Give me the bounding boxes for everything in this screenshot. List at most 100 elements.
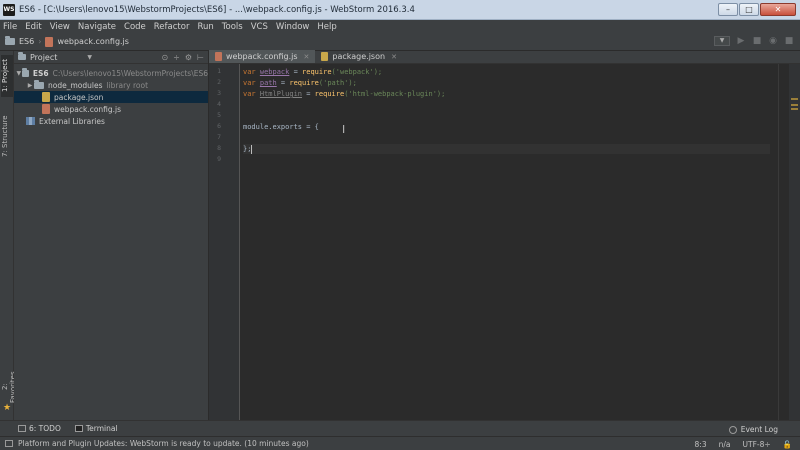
- breadcrumb-project[interactable]: ES6: [5, 36, 35, 46]
- collapse-all-icon[interactable]: ÷: [173, 53, 180, 62]
- code-variable: webpack: [259, 68, 290, 76]
- webpack-config-label: webpack.config.js: [54, 104, 122, 114]
- minimize-button[interactable]: –: [718, 3, 738, 16]
- status-right: 8:3 n/a UTF-8÷ 🔓: [695, 440, 792, 449]
- project-tool-tab[interactable]: 1: Project: [1, 55, 13, 97]
- close-button[interactable]: ✕: [760, 3, 796, 16]
- webstorm-app-icon: WS: [3, 3, 15, 16]
- notification-icon[interactable]: [5, 440, 13, 447]
- json-file-icon: [321, 52, 329, 61]
- code-editor[interactable]: var webpack = require('webpack'); var pa…: [243, 64, 770, 420]
- caret-position[interactable]: 8:3: [695, 440, 707, 449]
- code-line-2: var path = require('path');: [243, 78, 357, 88]
- external-libraries-label: External Libraries: [39, 116, 105, 126]
- favorites-star-icon: ★: [3, 403, 12, 413]
- todo-button[interactable]: 6: TODO: [18, 424, 61, 433]
- project-view-icon: [18, 52, 26, 60]
- project-panel: Project ▼ ⊙ ÷ ⚙ ⊢ ▼ ES6 C:\Users\lenovo1…: [14, 51, 209, 420]
- event-log-button[interactable]: Event Log: [728, 425, 778, 434]
- js-file-icon: [45, 36, 54, 47]
- scroll-from-source-icon[interactable]: ⊙: [161, 53, 168, 62]
- code-keyword: var: [243, 90, 260, 98]
- terminal-button[interactable]: Terminal: [74, 424, 118, 433]
- warning-marker[interactable]: [791, 108, 798, 110]
- hide-panel-icon[interactable]: ⊢: [197, 53, 204, 62]
- line-number: 3: [217, 89, 221, 97]
- menu-view[interactable]: View: [50, 22, 70, 32]
- menu-run[interactable]: Run: [197, 22, 213, 32]
- file-encoding[interactable]: UTF-8÷: [743, 440, 771, 449]
- tree-item-webpack-config[interactable]: webpack.config.js: [14, 103, 208, 115]
- error-stripe[interactable]: [789, 64, 800, 420]
- line-number: 1: [217, 67, 221, 75]
- menu-refactor[interactable]: Refactor: [154, 22, 190, 32]
- text-cursor: [251, 144, 253, 154]
- code-closing-brace: };: [243, 145, 252, 153]
- run-configuration-dropdown[interactable]: ▼: [714, 36, 730, 46]
- menu-code[interactable]: Code: [124, 22, 146, 32]
- line-number: 7: [217, 133, 221, 141]
- collapse-arrow-icon[interactable]: ▶: [26, 82, 34, 89]
- breadcrumb-project-label: ES6: [19, 37, 35, 46]
- line-number-gutter: 1 2 3 4 5 6 7 8 9: [209, 64, 240, 420]
- run-icon[interactable]: ▶: [736, 36, 746, 46]
- project-view-selector[interactable]: Project ▼: [18, 52, 92, 62]
- close-tab-icon[interactable]: ✕: [391, 53, 397, 61]
- tab-package-json[interactable]: package.json ✕: [315, 50, 403, 63]
- toolbar-right: ▼ ▶ ■ ◉ ■: [714, 36, 794, 46]
- tree-item-node-modules[interactable]: ▶ node_modules library root: [14, 79, 208, 91]
- stop-icon[interactable]: ■: [784, 36, 794, 46]
- status-message[interactable]: Platform and Plugin Updates: WebStorm is…: [18, 439, 309, 448]
- menu-file[interactable]: File: [3, 22, 17, 32]
- window-title: ES6 - [C:\Users\lenovo15\WebstormProject…: [19, 4, 415, 15]
- maximize-button[interactable]: □: [739, 3, 759, 16]
- coverage-icon[interactable]: ◉: [768, 36, 778, 46]
- window-controls: – □ ✕: [718, 3, 796, 16]
- json-file-icon: [42, 92, 50, 102]
- tree-item-package-json[interactable]: package.json: [14, 91, 208, 103]
- line-number: 9: [217, 155, 221, 163]
- breadcrumb-file[interactable]: webpack.config.js: [45, 36, 129, 47]
- project-tree: ▼ ES6 C:\Users\lenovo15\WebstormProjects…: [14, 64, 208, 127]
- tab-webpack-config[interactable]: webpack.config.js ✕: [209, 50, 316, 63]
- project-panel-tools: ⊙ ÷ ⚙ ⊢: [161, 53, 204, 62]
- line-separator[interactable]: n/a: [719, 440, 731, 449]
- tree-item-root[interactable]: ▼ ES6 C:\Users\lenovo15\WebstormProjects…: [14, 67, 208, 79]
- line-number: 4: [217, 100, 221, 108]
- code-line-3: var HtmlPlugin = require('html-webpack-p…: [243, 89, 445, 99]
- menu-help[interactable]: Help: [317, 22, 336, 32]
- project-view-label: Project: [30, 52, 58, 62]
- gear-icon[interactable]: ⚙: [185, 53, 192, 62]
- lock-icon[interactable]: 🔓: [783, 440, 792, 449]
- package-json-label: package.json: [54, 92, 104, 102]
- debug-icon[interactable]: ■: [752, 36, 762, 46]
- code-line-1: var webpack = require('webpack');: [243, 67, 382, 77]
- menu-window[interactable]: Window: [276, 22, 310, 32]
- favorites-tool-tab[interactable]: 2: Favorites: [1, 367, 17, 407]
- folder-icon: [34, 79, 44, 89]
- code-string: ('path');: [318, 79, 357, 87]
- code-operator: =: [276, 79, 290, 87]
- menu-bar: File Edit View Navigate Code Refactor Ru…: [0, 20, 800, 33]
- navigation-bar: ES6 › webpack.config.js ▼ ▶ ■ ◉ ■: [0, 33, 800, 51]
- warning-marker[interactable]: [791, 98, 798, 100]
- todo-label: 6: TODO: [29, 424, 61, 433]
- close-tab-icon[interactable]: ✕: [304, 53, 310, 61]
- code-operator: =: [302, 90, 315, 98]
- todo-icon: [18, 425, 26, 432]
- menu-navigate[interactable]: Navigate: [78, 22, 116, 32]
- tab-package-json-label: package.json: [332, 52, 386, 61]
- menu-edit[interactable]: Edit: [25, 22, 41, 32]
- code-variable: path: [259, 79, 277, 87]
- warning-marker[interactable]: [791, 104, 798, 106]
- tool-window-bar: 6: TODO Terminal Event Log: [0, 420, 800, 436]
- code-string: ('webpack');: [331, 68, 383, 76]
- right-margin-guide: [778, 64, 779, 420]
- structure-tool-tab[interactable]: 7: Structure: [1, 111, 13, 161]
- expand-arrow-icon[interactable]: ▼: [16, 70, 22, 77]
- line-number: 2: [217, 78, 221, 86]
- root-folder-name: ES6: [32, 68, 49, 78]
- tree-item-external-libraries[interactable]: External Libraries: [14, 115, 208, 127]
- menu-tools[interactable]: Tools: [222, 22, 243, 32]
- menu-vcs[interactable]: VCS: [251, 22, 268, 32]
